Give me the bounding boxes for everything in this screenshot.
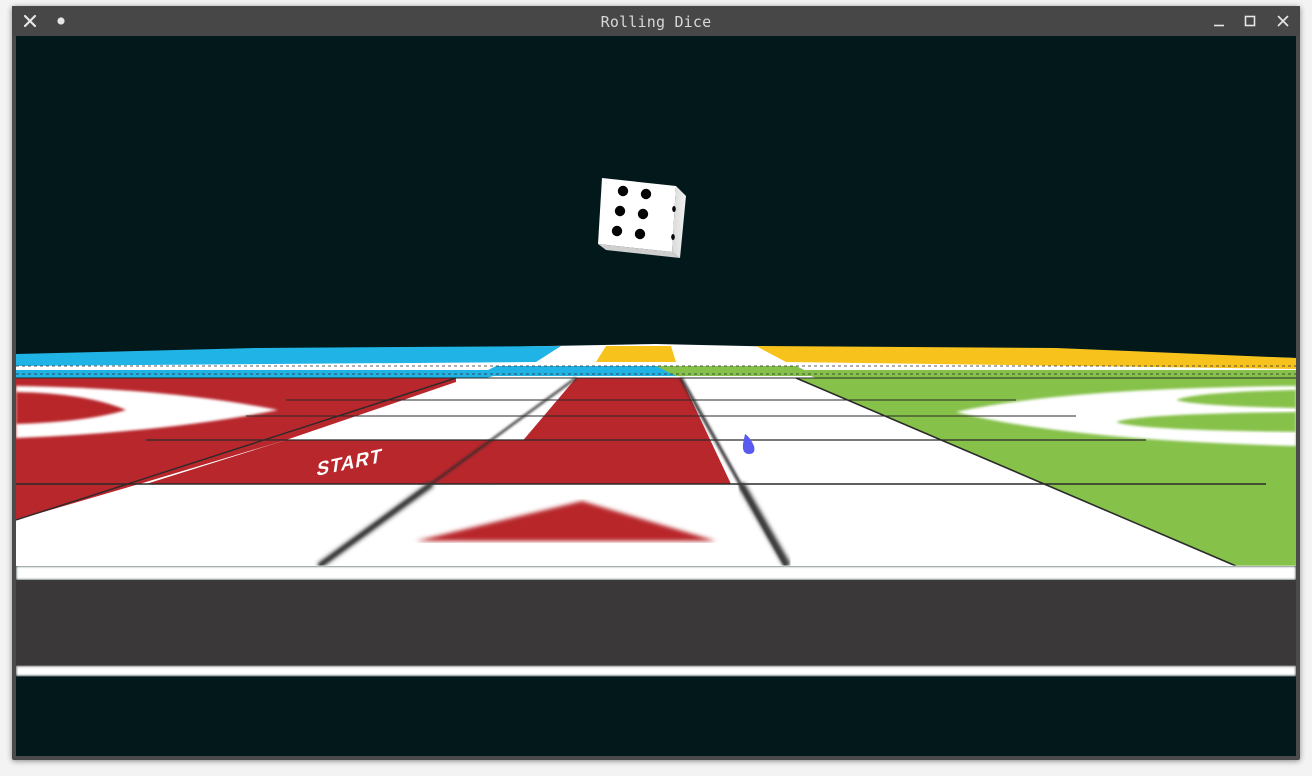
- ludo-board-3d: START: [16, 178, 1296, 676]
- title-bar[interactable]: Rolling Dice: [12, 6, 1300, 36]
- far-board-strip: [16, 344, 1296, 378]
- maximize-icon[interactable]: [1236, 6, 1264, 36]
- window-title: Rolling Dice: [600, 13, 712, 31]
- game-canvas[interactable]: START: [16, 36, 1296, 756]
- board-front-edge: [16, 566, 1296, 676]
- minimize-icon[interactable]: [1205, 6, 1233, 36]
- dice[interactable]: [598, 178, 686, 258]
- window-close-button[interactable]: [1269, 6, 1297, 36]
- app-window: Rolling Dice START: [12, 6, 1300, 760]
